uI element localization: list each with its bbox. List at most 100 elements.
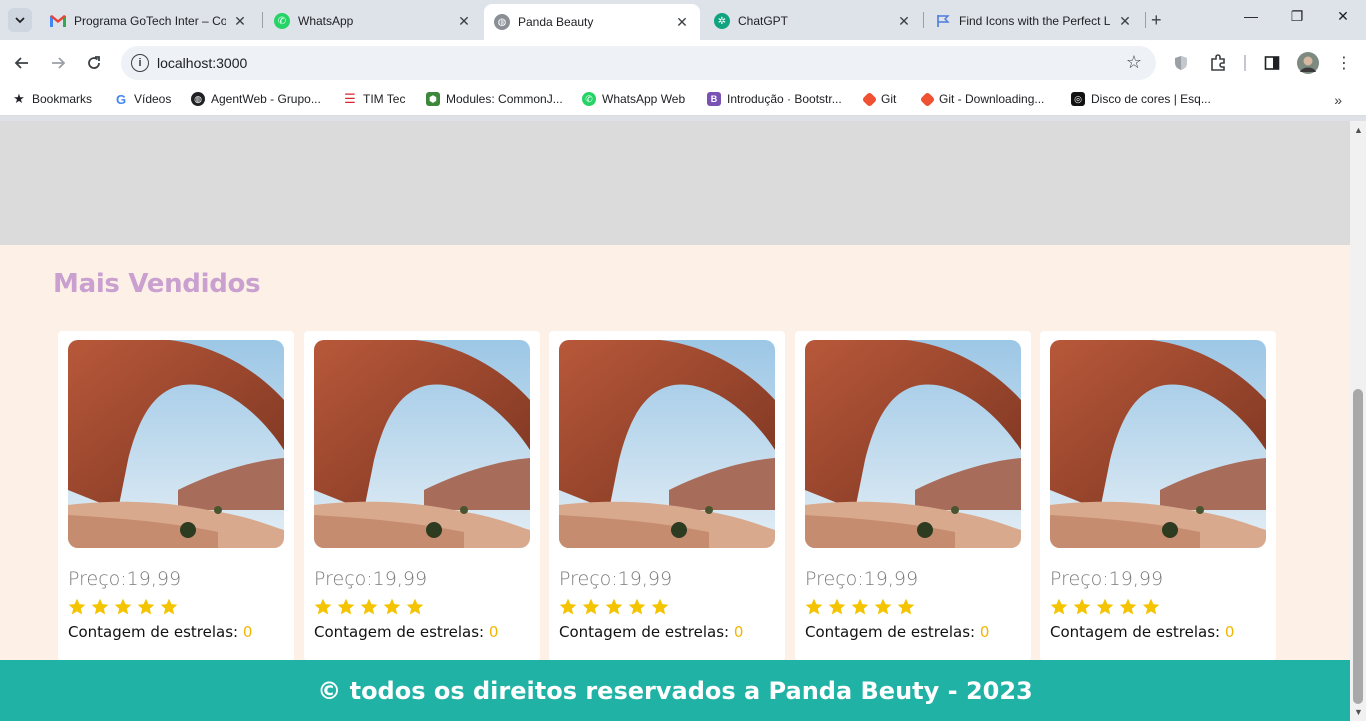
back-button[interactable] [11,52,33,74]
whatsapp-icon: ✆ [274,13,290,29]
scrollbar-thumb[interactable] [1353,389,1363,704]
bookmark-whatsapp-web[interactable]: ✆ WhatsApp Web [582,92,685,106]
bookmark-agentweb[interactable]: ◍ AgentWeb - Grupo... [191,92,321,106]
forward-button[interactable] [47,52,69,74]
extensions-icon[interactable] [1207,52,1229,74]
bookmark-label: WhatsApp Web [602,92,686,106]
tab-title: WhatsApp [298,14,354,28]
bootstrap-icon: B [707,92,721,106]
side-panel-icon[interactable] [1261,52,1283,74]
bookmarks-overflow-icon[interactable]: » [1334,92,1342,108]
bookmark-git[interactable]: Git [861,91,897,107]
shield-icon[interactable] [1170,52,1192,74]
git-icon [861,91,878,107]
tab-title: ChatGPT [738,14,789,28]
star-icon [159,597,179,622]
star-count-value: 0 [979,623,990,641]
tab-whatsapp[interactable]: ✆ WhatsApp ✕ [264,4,482,38]
reload-icon [88,56,100,69]
bookmark-star-icon[interactable]: ☆ [1126,52,1142,73]
product-card[interactable]: Preço:19,99 Contagem de estrelas: 0 [795,331,1031,661]
bookmark-bookmarks[interactable]: ★ Bookmarks [12,91,92,106]
footer: © todos os direitos reservados a Panda B… [0,660,1350,721]
product-image[interactable] [559,340,775,548]
minimize-button[interactable]: — [1239,8,1263,24]
tab-strip: Programa GoTech Inter – Co ✕ ✆ WhatsApp … [0,0,1366,40]
restore-button[interactable]: ❐ [1285,8,1309,25]
scroll-up-arrow-icon[interactable]: ▲ [1354,125,1363,135]
product-price: Preço:19,99 [314,568,428,590]
star-icon [558,597,578,622]
star-count-value: 0 [488,623,499,641]
star-icon [113,597,133,622]
address-bar[interactable]: i localhost:3000 ☆ [121,46,1156,80]
product-rating [804,597,916,622]
whatsapp-icon: ✆ [582,92,596,106]
star-count-label: Contagem de estrelas: [68,623,243,641]
tab-separator [1145,12,1146,28]
globe-icon: ◍ [191,92,205,106]
close-icon[interactable]: ✕ [456,13,472,29]
bookmark-timtec[interactable]: ☰ TIM Tec [343,91,405,106]
bookmarks-bar: ★ Bookmarks G Vídeos ◍ AgentWeb - Grupo.… [0,86,1366,116]
star-icon [90,597,110,622]
menu-kebab-icon[interactable]: ⋮ [1333,52,1355,74]
bookmark-videos[interactable]: G Vídeos [114,91,172,107]
gmail-icon [50,13,66,29]
bookmark-bootstrap[interactable]: B Introdução · Bootstr... [707,92,842,106]
star-icon [136,597,156,622]
product-image[interactable] [805,340,1021,548]
toolbar-divider [1244,55,1246,71]
tab-chatgpt[interactable]: ✲ ChatGPT ✕ [704,4,922,38]
product-card[interactable]: Preço:19,99 Contagem de estrelas: 0 [549,331,785,661]
star-icon [336,597,356,622]
tab-title: Panda Beauty [518,15,594,29]
product-card[interactable]: Preço:19,99 Contagem de estrelas: 0 [304,331,540,661]
star-count: Contagem de estrelas: 0 [805,623,989,641]
tab-find-icons[interactable]: Find Icons with the Perfect L ✕ [925,4,1143,38]
section-title: Mais Vendidos [53,269,261,299]
window-close-button[interactable]: ✕ [1331,8,1355,25]
product-image[interactable] [1050,340,1266,548]
url-text[interactable]: localhost:3000 [157,55,247,71]
star-icon [67,597,87,622]
chevron-down-icon [15,17,25,24]
bookmark-label: Git [881,92,897,106]
bookmark-label: Modules: CommonJ... [446,92,563,106]
bookmark-modules[interactable]: ⬢ Modules: CommonJ... [426,92,563,106]
bookmark-label: Git - Downloading... [939,92,1045,106]
star-icon: ★ [13,91,25,106]
star-icon [1118,597,1138,622]
google-icon: G [115,91,127,107]
product-price: Preço:19,99 [559,568,673,590]
product-card[interactable]: Preço:19,99 Contagem de estrelas: 0 [58,331,294,661]
close-icon[interactable]: ✕ [232,13,248,29]
product-image[interactable] [314,340,530,548]
star-icon [1095,597,1115,622]
close-icon[interactable]: ✕ [1117,13,1133,29]
site-info-icon[interactable]: i [131,54,149,72]
page-viewport: Mais Vendidos Preço:19,99 Contagem de est… [0,121,1350,721]
close-icon[interactable]: ✕ [674,14,690,30]
bookmark-git-downloading[interactable]: Git - Downloading... [919,91,1045,107]
profile-avatar[interactable] [1297,52,1319,74]
tab-gotech[interactable]: Programa GoTech Inter – Co ✕ [40,4,258,38]
star-icon [1049,597,1069,622]
bookmark-disco-cores[interactable]: ◎ Disco de cores | Esq... [1071,92,1211,106]
tab-search-button[interactable] [8,8,32,32]
bookmark-label: Vídeos [134,92,172,106]
tab-panda-beauty[interactable]: ◍ Panda Beauty ✕ [484,4,700,40]
star-icon [873,597,893,622]
scroll-down-arrow-icon[interactable]: ▼ [1354,707,1363,717]
product-image[interactable] [68,340,284,548]
bookmark-label: Disco de cores | Esq... [1091,92,1211,106]
page-scrollbar[interactable]: ▲ ▼ [1350,121,1366,721]
new-tab-button[interactable]: + [1151,10,1162,31]
globe-icon: ◍ [494,14,510,30]
nodejs-icon: ⬢ [426,92,440,106]
close-icon[interactable]: ✕ [896,13,912,29]
product-card[interactable]: Preço:19,99 Contagem de estrelas: 0 [1040,331,1276,661]
star-icon [1141,597,1161,622]
tab-separator [262,12,263,28]
reload-button[interactable] [83,52,105,74]
